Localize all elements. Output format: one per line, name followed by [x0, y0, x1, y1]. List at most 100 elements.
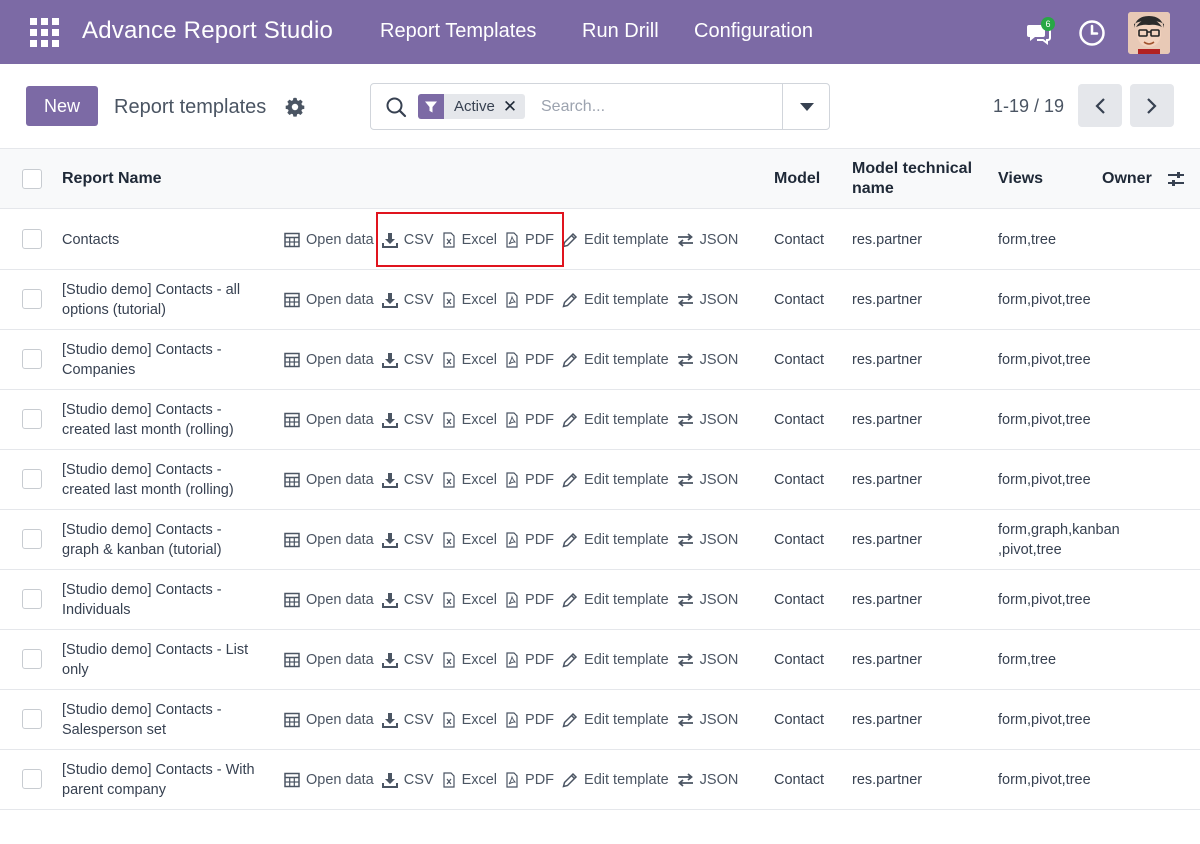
row-checkbox[interactable]	[22, 709, 42, 729]
excel-button[interactable]: Excel	[442, 292, 497, 308]
json-button[interactable]: JSON	[677, 232, 738, 248]
column-report-name[interactable]: Report Name	[62, 169, 162, 189]
excel-button[interactable]: Excel	[442, 772, 497, 788]
pdf-button[interactable]: PDF	[505, 772, 554, 788]
clock-icon[interactable]	[1078, 19, 1106, 47]
json-button[interactable]: JSON	[677, 412, 738, 428]
pager-previous-button[interactable]	[1078, 84, 1122, 127]
menu-run-drill[interactable]: Run Drill	[582, 20, 659, 43]
row-checkbox[interactable]	[22, 289, 42, 309]
row-checkbox[interactable]	[22, 409, 42, 429]
menu-configuration[interactable]: Configuration	[694, 20, 813, 43]
excel-button[interactable]: Excel	[442, 532, 497, 548]
excel-button[interactable]: Excel	[442, 592, 497, 608]
edit-template-button[interactable]: Edit template	[562, 292, 669, 308]
facet-remove-icon[interactable]: ✕	[501, 94, 525, 119]
json-button[interactable]: JSON	[677, 712, 738, 728]
json-button[interactable]: JSON	[677, 472, 738, 488]
table-row[interactable]: [Studio demo] Contacts - List only Open …	[0, 630, 1200, 690]
excel-button[interactable]: Excel	[442, 412, 497, 428]
user-avatar[interactable]	[1128, 12, 1170, 54]
pdf-button[interactable]: PDF	[505, 412, 554, 428]
open-data-button[interactable]: Open data	[284, 232, 374, 248]
pdf-button[interactable]: PDF	[505, 292, 554, 308]
csv-button[interactable]: CSV	[381, 652, 434, 668]
open-data-button[interactable]: Open data	[284, 772, 374, 788]
apps-grid-icon[interactable]	[30, 18, 59, 47]
open-data-button[interactable]: Open data	[284, 472, 374, 488]
pdf-button[interactable]: PDF	[505, 652, 554, 668]
column-model[interactable]: Model	[774, 169, 820, 189]
edit-template-button[interactable]: Edit template	[562, 772, 669, 788]
pdf-button[interactable]: PDF	[505, 232, 554, 248]
app-brand[interactable]: Advance Report Studio	[82, 17, 333, 45]
column-settings-icon[interactable]	[1166, 169, 1186, 189]
edit-template-button[interactable]: Edit template	[562, 232, 669, 248]
excel-button[interactable]: Excel	[442, 652, 497, 668]
row-checkbox[interactable]	[22, 649, 42, 669]
csv-button[interactable]: CSV	[381, 352, 434, 368]
json-button[interactable]: JSON	[677, 592, 738, 608]
gear-icon[interactable]	[285, 97, 305, 117]
excel-button[interactable]: Excel	[442, 712, 497, 728]
pager-value[interactable]: 1-19 / 19	[993, 96, 1064, 117]
csv-button[interactable]: CSV	[381, 472, 434, 488]
edit-template-button[interactable]: Edit template	[562, 712, 669, 728]
excel-button[interactable]: Excel	[442, 472, 497, 488]
select-all-checkbox[interactable]	[22, 169, 42, 189]
csv-button[interactable]: CSV	[381, 232, 434, 248]
row-checkbox[interactable]	[22, 529, 42, 549]
json-button[interactable]: JSON	[677, 772, 738, 788]
open-data-button[interactable]: Open data	[284, 712, 374, 728]
menu-report-templates[interactable]: Report Templates	[380, 20, 536, 43]
csv-button[interactable]: CSV	[381, 712, 434, 728]
open-data-button[interactable]: Open data	[284, 352, 374, 368]
pdf-button[interactable]: PDF	[505, 352, 554, 368]
column-views[interactable]: Views	[998, 169, 1043, 189]
edit-template-button[interactable]: Edit template	[562, 532, 669, 548]
csv-button[interactable]: CSV	[381, 292, 434, 308]
pdf-button[interactable]: PDF	[505, 712, 554, 728]
column-model-technical-name[interactable]: Model technical name	[852, 159, 982, 199]
row-checkbox[interactable]	[22, 589, 42, 609]
table-row[interactable]: Contacts Open data CSV Excel PDF Edit te…	[0, 210, 1200, 270]
csv-button[interactable]: CSV	[381, 532, 434, 548]
excel-button[interactable]: Excel	[442, 232, 497, 248]
pdf-button[interactable]: PDF	[505, 532, 554, 548]
row-checkbox[interactable]	[22, 769, 42, 789]
pdf-button[interactable]: PDF	[505, 472, 554, 488]
search-input[interactable]	[541, 92, 771, 122]
row-checkbox[interactable]	[22, 229, 42, 249]
table-row[interactable]: [Studio demo] Contacts - created last mo…	[0, 450, 1200, 510]
table-row[interactable]: [Studio demo] Contacts - Salesperson set…	[0, 690, 1200, 750]
new-button[interactable]: New	[26, 86, 98, 126]
row-checkbox[interactable]	[22, 469, 42, 489]
json-button[interactable]: JSON	[677, 652, 738, 668]
search-options-toggle[interactable]	[782, 84, 830, 129]
open-data-button[interactable]: Open data	[284, 292, 374, 308]
pager-next-button[interactable]	[1130, 84, 1174, 127]
open-data-button[interactable]: Open data	[284, 652, 374, 668]
json-button[interactable]: JSON	[677, 532, 738, 548]
open-data-button[interactable]: Open data	[284, 412, 374, 428]
table-row[interactable]: [Studio demo] Contacts - With parent com…	[0, 750, 1200, 810]
open-data-button[interactable]: Open data	[284, 532, 374, 548]
column-owner[interactable]: Owner	[1102, 169, 1152, 189]
csv-button[interactable]: CSV	[381, 412, 434, 428]
table-row[interactable]: [Studio demo] Contacts - all options (tu…	[0, 270, 1200, 330]
open-data-button[interactable]: Open data	[284, 592, 374, 608]
json-button[interactable]: JSON	[677, 292, 738, 308]
csv-button[interactable]: CSV	[381, 772, 434, 788]
edit-template-button[interactable]: Edit template	[562, 652, 669, 668]
csv-button[interactable]: CSV	[381, 592, 434, 608]
edit-template-button[interactable]: Edit template	[562, 592, 669, 608]
table-row[interactable]: [Studio demo] Contacts - Companies Open …	[0, 330, 1200, 390]
edit-template-button[interactable]: Edit template	[562, 412, 669, 428]
table-row[interactable]: [Studio demo] Contacts - created last mo…	[0, 390, 1200, 450]
edit-template-button[interactable]: Edit template	[562, 472, 669, 488]
pdf-button[interactable]: PDF	[505, 592, 554, 608]
json-button[interactable]: JSON	[677, 352, 738, 368]
excel-button[interactable]: Excel	[442, 352, 497, 368]
table-row[interactable]: [Studio demo] Contacts - Individuals Ope…	[0, 570, 1200, 630]
edit-template-button[interactable]: Edit template	[562, 352, 669, 368]
